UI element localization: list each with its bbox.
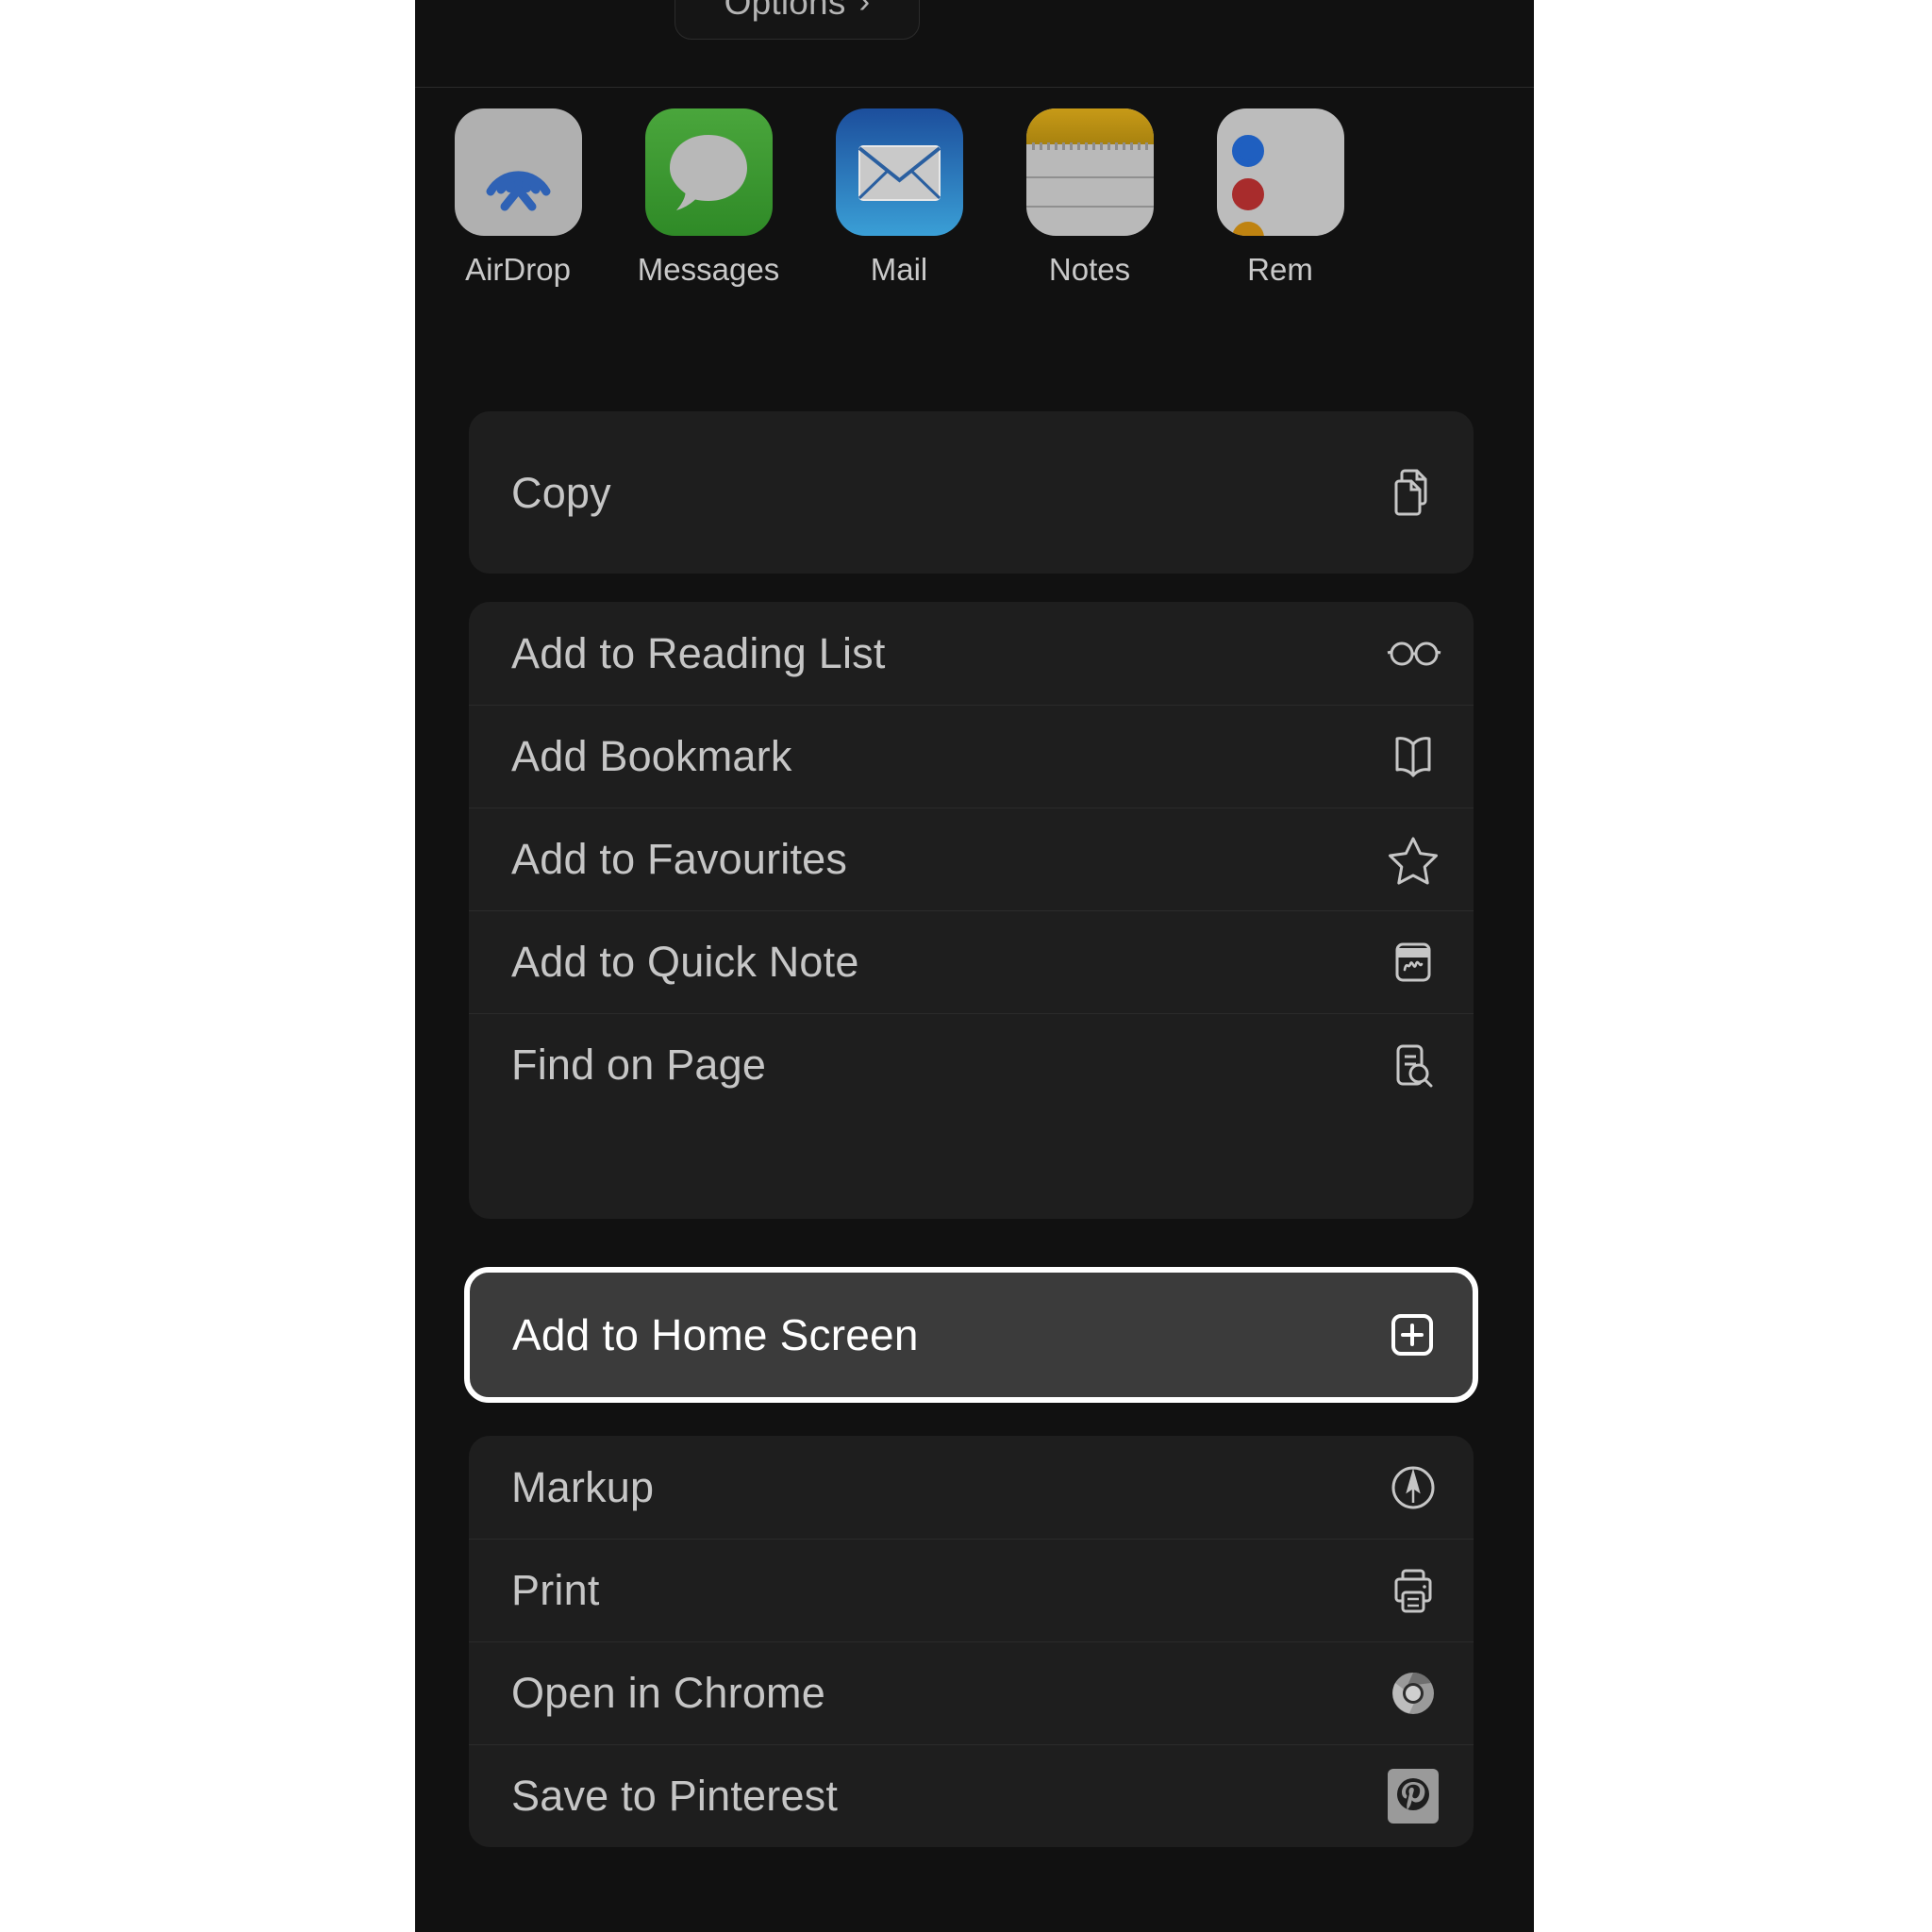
mail-icon xyxy=(835,108,963,236)
notes-icon xyxy=(1025,108,1154,236)
markup-pen-icon xyxy=(1383,1457,1443,1518)
reminder-dot-blue xyxy=(1231,135,1264,167)
notes-header-band xyxy=(1025,108,1154,144)
extra-actions-card: Markup Print Open in Chrome Save to Pint… xyxy=(469,1436,1474,1847)
reminders-icon xyxy=(1216,108,1344,236)
share-target-airdrop[interactable]: AirDrop xyxy=(423,108,613,285)
share-target-label: AirDrop xyxy=(465,252,571,287)
action-row-copy[interactable]: Copy xyxy=(469,411,1474,574)
screenshot-root: Options › AirDrop Messages Mail Notes Re… xyxy=(0,0,1932,1932)
action-row-open-in-chrome[interactable]: Open in Chrome xyxy=(469,1641,1474,1744)
action-row-label: Add Bookmark xyxy=(511,732,792,780)
action-row-add-to-favourites[interactable]: Add to Favourites xyxy=(469,808,1474,910)
airdrop-icon xyxy=(454,108,582,236)
action-row-label: Find on Page xyxy=(511,1041,767,1089)
share-target-label: Messages xyxy=(637,252,780,287)
action-row-add-to-quick-note[interactable]: Add to Quick Note xyxy=(469,910,1474,1013)
action-row-print[interactable]: Print xyxy=(469,1539,1474,1641)
action-row-label: Save to Pinterest xyxy=(511,1772,839,1820)
action-row-label: Print xyxy=(511,1566,600,1614)
star-icon xyxy=(1383,829,1443,890)
action-row-label: Add to Home Screen xyxy=(512,1310,919,1359)
action-row-add-to-reading-list[interactable]: Add to Reading List xyxy=(469,602,1474,705)
share-target-label: Rem xyxy=(1247,252,1313,287)
share-target-label: Notes xyxy=(1048,252,1131,287)
share-targets-row: AirDrop Messages Mail Notes Rem xyxy=(415,108,1534,297)
glasses-icon xyxy=(1383,624,1443,684)
notes-ruled-line xyxy=(1025,176,1154,178)
open-book-icon xyxy=(1383,726,1443,787)
main-actions-card: Add to Reading List Add Bookmark Add to … xyxy=(469,602,1474,1219)
share-target-reminders[interactable]: Rem xyxy=(1185,108,1375,285)
share-target-mail[interactable]: Mail xyxy=(804,108,994,285)
action-row-label: Open in Chrome xyxy=(511,1669,825,1717)
reminder-dot-red xyxy=(1231,178,1264,210)
chrome-icon xyxy=(1383,1663,1443,1724)
reminder-dot-orange xyxy=(1231,222,1264,236)
action-row-add-to-home-screen[interactable]: Add to Home Screen xyxy=(464,1267,1478,1403)
share-sheet: Options › AirDrop Messages Mail Notes Re… xyxy=(415,0,1534,1932)
share-target-messages[interactable]: Messages xyxy=(613,108,804,285)
action-row-find-on-page[interactable]: Find on Page xyxy=(469,1013,1474,1116)
action-row-label: Add to Reading List xyxy=(511,629,886,677)
plus-square-icon xyxy=(1382,1305,1442,1365)
action-row-label: Copy xyxy=(511,468,611,517)
notes-ruled-line xyxy=(1025,206,1154,208)
share-target-notes[interactable]: Notes xyxy=(994,108,1185,285)
action-row-save-to-pinterest[interactable]: Save to Pinterest xyxy=(469,1744,1474,1847)
action-row-label: Add to Quick Note xyxy=(511,938,859,986)
document-search-icon xyxy=(1383,1035,1443,1095)
quick-note-icon xyxy=(1383,932,1443,992)
action-row-markup[interactable]: Markup xyxy=(469,1436,1474,1539)
pinterest-icon xyxy=(1383,1766,1443,1826)
messages-icon xyxy=(644,108,773,236)
action-row-label: Markup xyxy=(511,1463,655,1511)
action-row-add-bookmark[interactable]: Add Bookmark xyxy=(469,705,1474,808)
notes-spiral-rings xyxy=(1031,142,1148,150)
action-row-label: Add to Favourites xyxy=(511,835,848,883)
header-divider xyxy=(415,87,1534,88)
printer-icon xyxy=(1383,1560,1443,1621)
options-button[interactable]: Options › xyxy=(675,0,920,40)
copy-card: Copy xyxy=(469,411,1474,574)
chevron-right-icon: › xyxy=(858,0,871,20)
options-button-label-group: Options › xyxy=(724,0,871,20)
copy-documents-icon xyxy=(1383,462,1443,523)
options-button-label: Options xyxy=(724,0,846,22)
share-target-label: Mail xyxy=(870,252,928,287)
